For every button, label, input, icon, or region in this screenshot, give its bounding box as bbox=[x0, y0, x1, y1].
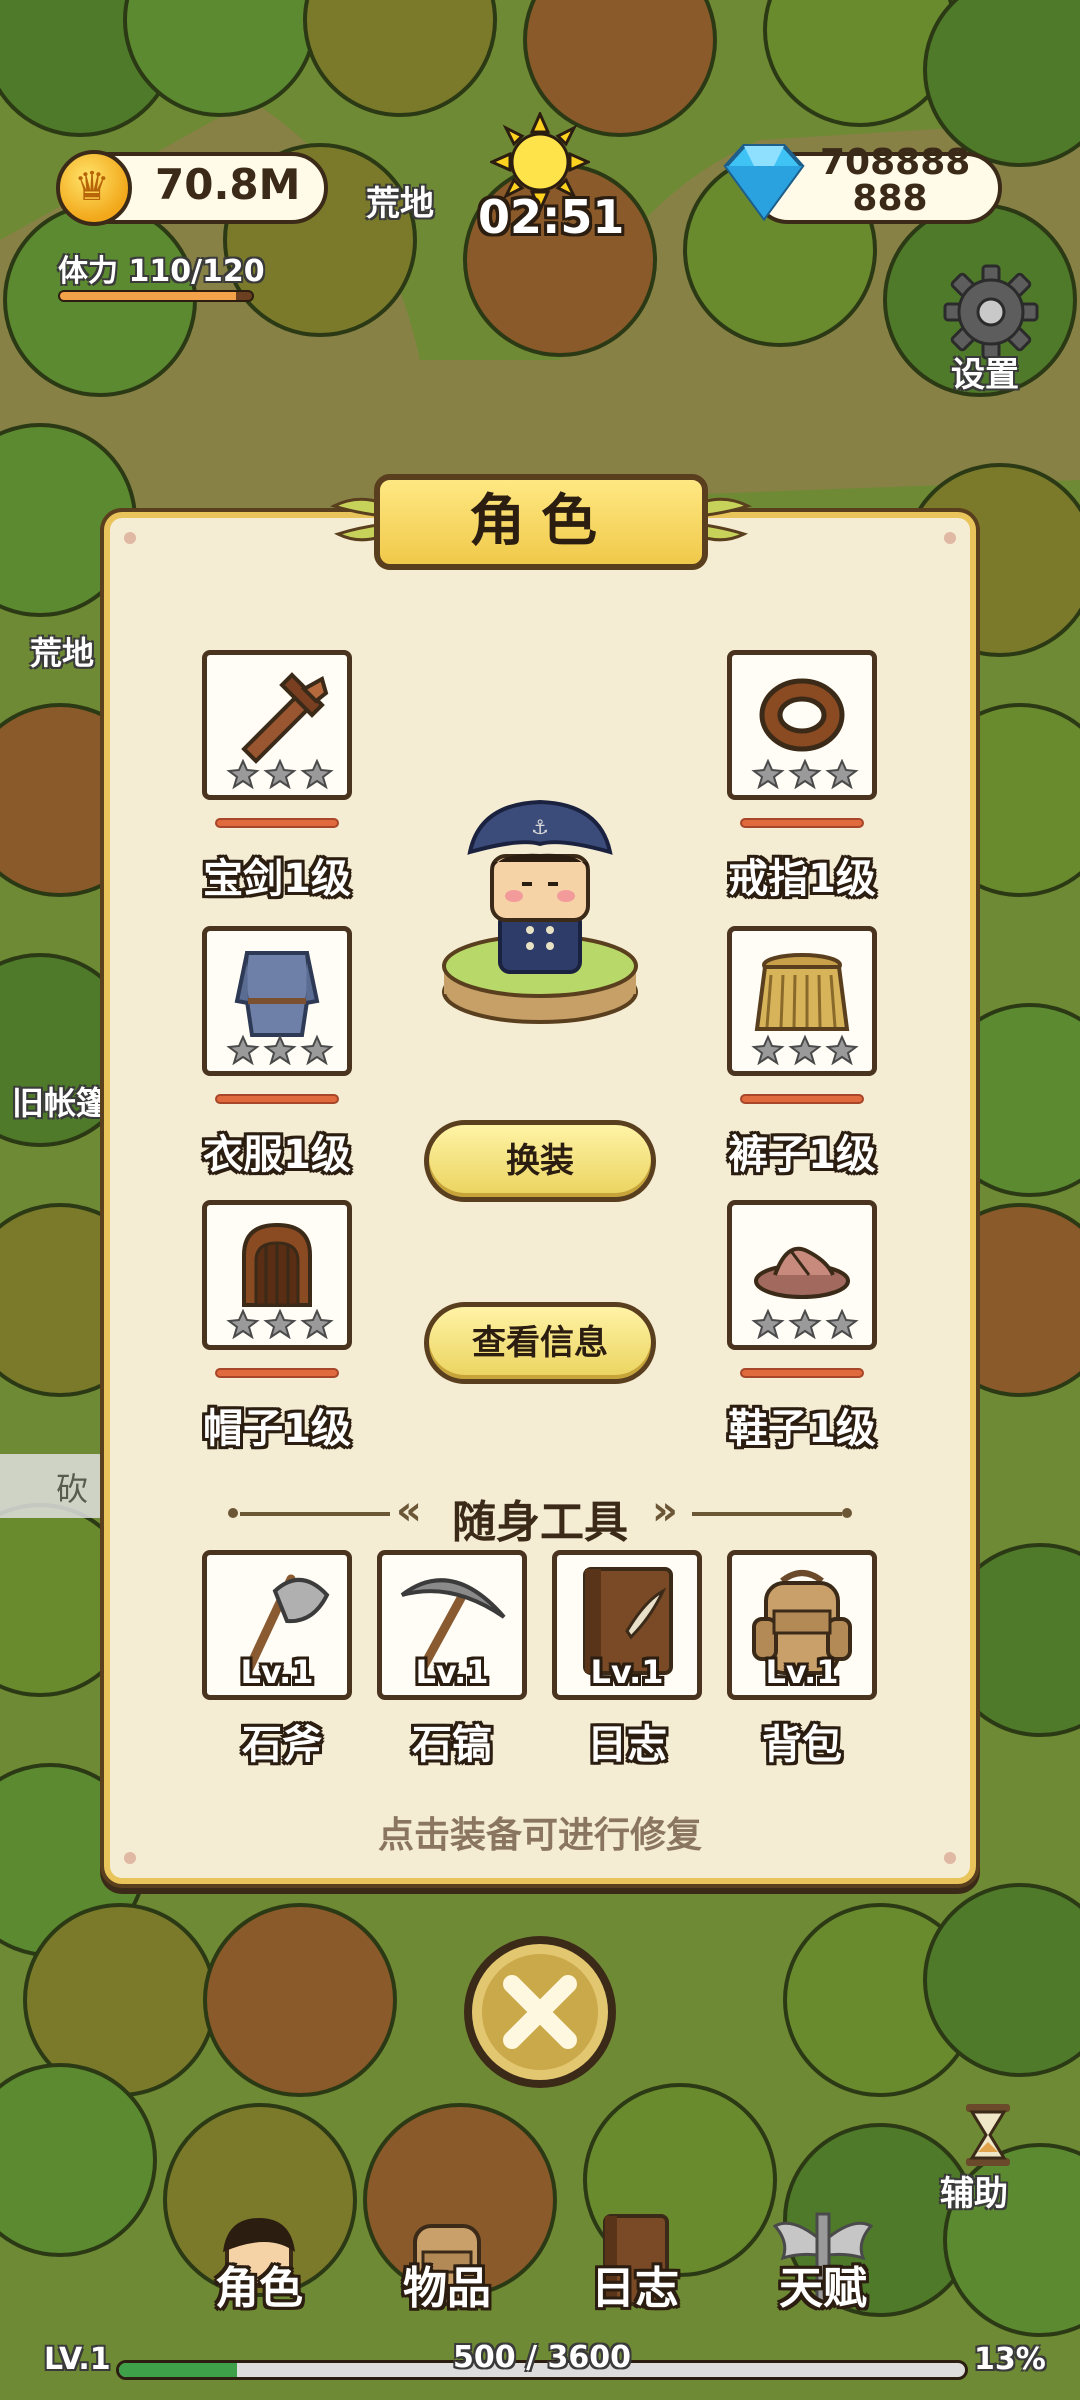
equip-slot-ring[interactable] bbox=[727, 650, 877, 800]
character-avatar: ⚓ bbox=[442, 799, 638, 1024]
stamina-bar bbox=[58, 290, 254, 302]
nav-talent[interactable]: 天赋 bbox=[748, 2212, 898, 2314]
durability-bar bbox=[740, 818, 864, 828]
map-camp-label[interactable]: 旧帐篷 bbox=[12, 1078, 108, 1124]
repair-hint: 点击装备可进行修复 bbox=[377, 1815, 702, 1856]
hat-icon bbox=[242, 1222, 312, 1307]
tool-level: Lv.1 bbox=[765, 1653, 839, 1691]
panel-corner-dot bbox=[944, 532, 956, 544]
svg-text:⚓: ⚓ bbox=[531, 815, 549, 839]
durability-bar bbox=[740, 1094, 864, 1104]
player-level: LV.1 bbox=[44, 2342, 111, 2377]
equip-label-pants: 裤子1级 bbox=[728, 1132, 876, 1178]
tools-section-header: « 随身工具 » bbox=[228, 1486, 852, 1548]
equip-slot-clothes[interactable] bbox=[202, 926, 352, 1076]
view-info-label: 查看信息 bbox=[472, 1323, 608, 1363]
nav-journal[interactable]: 日志 bbox=[560, 2212, 710, 2314]
divider-dot bbox=[842, 1508, 852, 1518]
stamina-fill bbox=[60, 292, 237, 300]
durability-bar bbox=[215, 818, 339, 828]
chevron-right-icon: » bbox=[652, 1488, 678, 1534]
tool-label-axe: 石斧 bbox=[242, 1722, 322, 1768]
equip-label-hat: 帽子1级 bbox=[203, 1406, 351, 1452]
xp-percent: 13% bbox=[974, 2342, 1046, 2377]
assist-button[interactable]: 辅助 bbox=[940, 2102, 1040, 2214]
crown-coin-icon: ♛ bbox=[56, 150, 132, 226]
chop-label: 砍 bbox=[56, 1470, 89, 1508]
tool-slot-pickaxe[interactable]: Lv.1 bbox=[377, 1550, 527, 1700]
chevron-left-icon: « bbox=[396, 1488, 422, 1534]
nav-character[interactable]: 角色 bbox=[184, 2212, 334, 2314]
tool-slot-journal[interactable]: Lv.1 bbox=[552, 1550, 702, 1700]
diamond-icon bbox=[723, 144, 805, 222]
gem-value: 708888 888 bbox=[820, 142, 971, 219]
star-rating bbox=[751, 759, 859, 789]
change-outfit-label: 换装 bbox=[506, 1141, 574, 1181]
close-button[interactable] bbox=[460, 1932, 620, 2092]
ring-icon bbox=[759, 678, 845, 752]
grass-skirt-icon bbox=[754, 953, 850, 1031]
tool-level: Lv.1 bbox=[590, 1653, 664, 1691]
tools-title: 随身工具 bbox=[452, 1497, 628, 1548]
assist-label: 辅助 bbox=[940, 2174, 1008, 2214]
panel-title-banner: 角色 bbox=[374, 474, 708, 570]
nav-items-label: 物品 bbox=[403, 2263, 491, 2314]
clothes-icon bbox=[234, 951, 320, 1037]
settings-label: 设置 bbox=[951, 355, 1019, 395]
equip-slot-hat[interactable] bbox=[202, 1200, 352, 1350]
hourglass-icon bbox=[966, 2104, 1010, 2166]
equip-slot-pants[interactable] bbox=[727, 926, 877, 1076]
settings-button[interactable]: 设置 bbox=[935, 262, 1045, 395]
star-rating bbox=[751, 1309, 859, 1339]
equip-slot-sword[interactable] bbox=[202, 650, 352, 800]
divider-dot bbox=[228, 1508, 238, 1518]
tool-label-pickaxe: 石镐 bbox=[412, 1722, 492, 1768]
tool-label-journal: 日志 bbox=[587, 1722, 667, 1768]
divider-line bbox=[692, 1512, 842, 1516]
tool-slot-axe[interactable]: Lv.1 bbox=[202, 1550, 352, 1700]
equip-label-sword: 宝剑1级 bbox=[203, 856, 351, 902]
gem-value-line2: 888 bbox=[852, 178, 928, 219]
equip-label-shoes: 鞋子1级 bbox=[728, 1406, 876, 1452]
equip-slot-shoes[interactable] bbox=[727, 1200, 877, 1350]
nav-character-label: 角色 bbox=[215, 2263, 303, 2314]
tool-level: Lv.1 bbox=[415, 1653, 489, 1691]
tool-label-backpack: 背包 bbox=[762, 1722, 842, 1768]
nav-talent-label: 天赋 bbox=[779, 2263, 867, 2314]
nav-items[interactable]: 物品 bbox=[372, 2212, 522, 2314]
durability-bar bbox=[740, 1368, 864, 1378]
divider-line bbox=[240, 1512, 390, 1516]
panel-title: 角色 bbox=[469, 489, 613, 554]
day-clock: 02:51 bbox=[478, 190, 625, 244]
panel-corner-dot bbox=[124, 532, 136, 544]
tool-slot-backpack[interactable]: Lv.1 bbox=[727, 1550, 877, 1700]
view-info-button[interactable]: 查看信息 bbox=[424, 1302, 656, 1384]
star-rating bbox=[226, 1309, 334, 1339]
gem-value-line1: 708888 bbox=[820, 142, 971, 183]
sword-icon bbox=[241, 672, 329, 764]
change-outfit-button[interactable]: 换装 bbox=[424, 1120, 656, 1202]
current-zone-label: 荒地 bbox=[366, 184, 434, 224]
durability-bar bbox=[215, 1368, 339, 1378]
sandal-icon bbox=[754, 1246, 850, 1299]
star-rating bbox=[226, 1035, 334, 1065]
chop-action-button[interactable]: 砍 bbox=[0, 1454, 110, 1518]
coin-value: 70.8M bbox=[155, 160, 301, 209]
nav-journal-label: 日志 bbox=[591, 2263, 679, 2314]
stamina-label: 体力 110/120 bbox=[58, 254, 265, 289]
tool-level: Lv.1 bbox=[240, 1653, 314, 1691]
equip-label-ring: 戒指1级 bbox=[728, 856, 876, 902]
star-rating bbox=[226, 759, 334, 789]
star-rating bbox=[751, 1035, 859, 1065]
xp-text: 500 / 3600 bbox=[453, 2340, 631, 2375]
equip-label-clothes: 衣服1级 bbox=[203, 1132, 351, 1178]
durability-bar bbox=[215, 1094, 339, 1104]
map-zone-label[interactable]: 荒地 bbox=[30, 628, 94, 674]
